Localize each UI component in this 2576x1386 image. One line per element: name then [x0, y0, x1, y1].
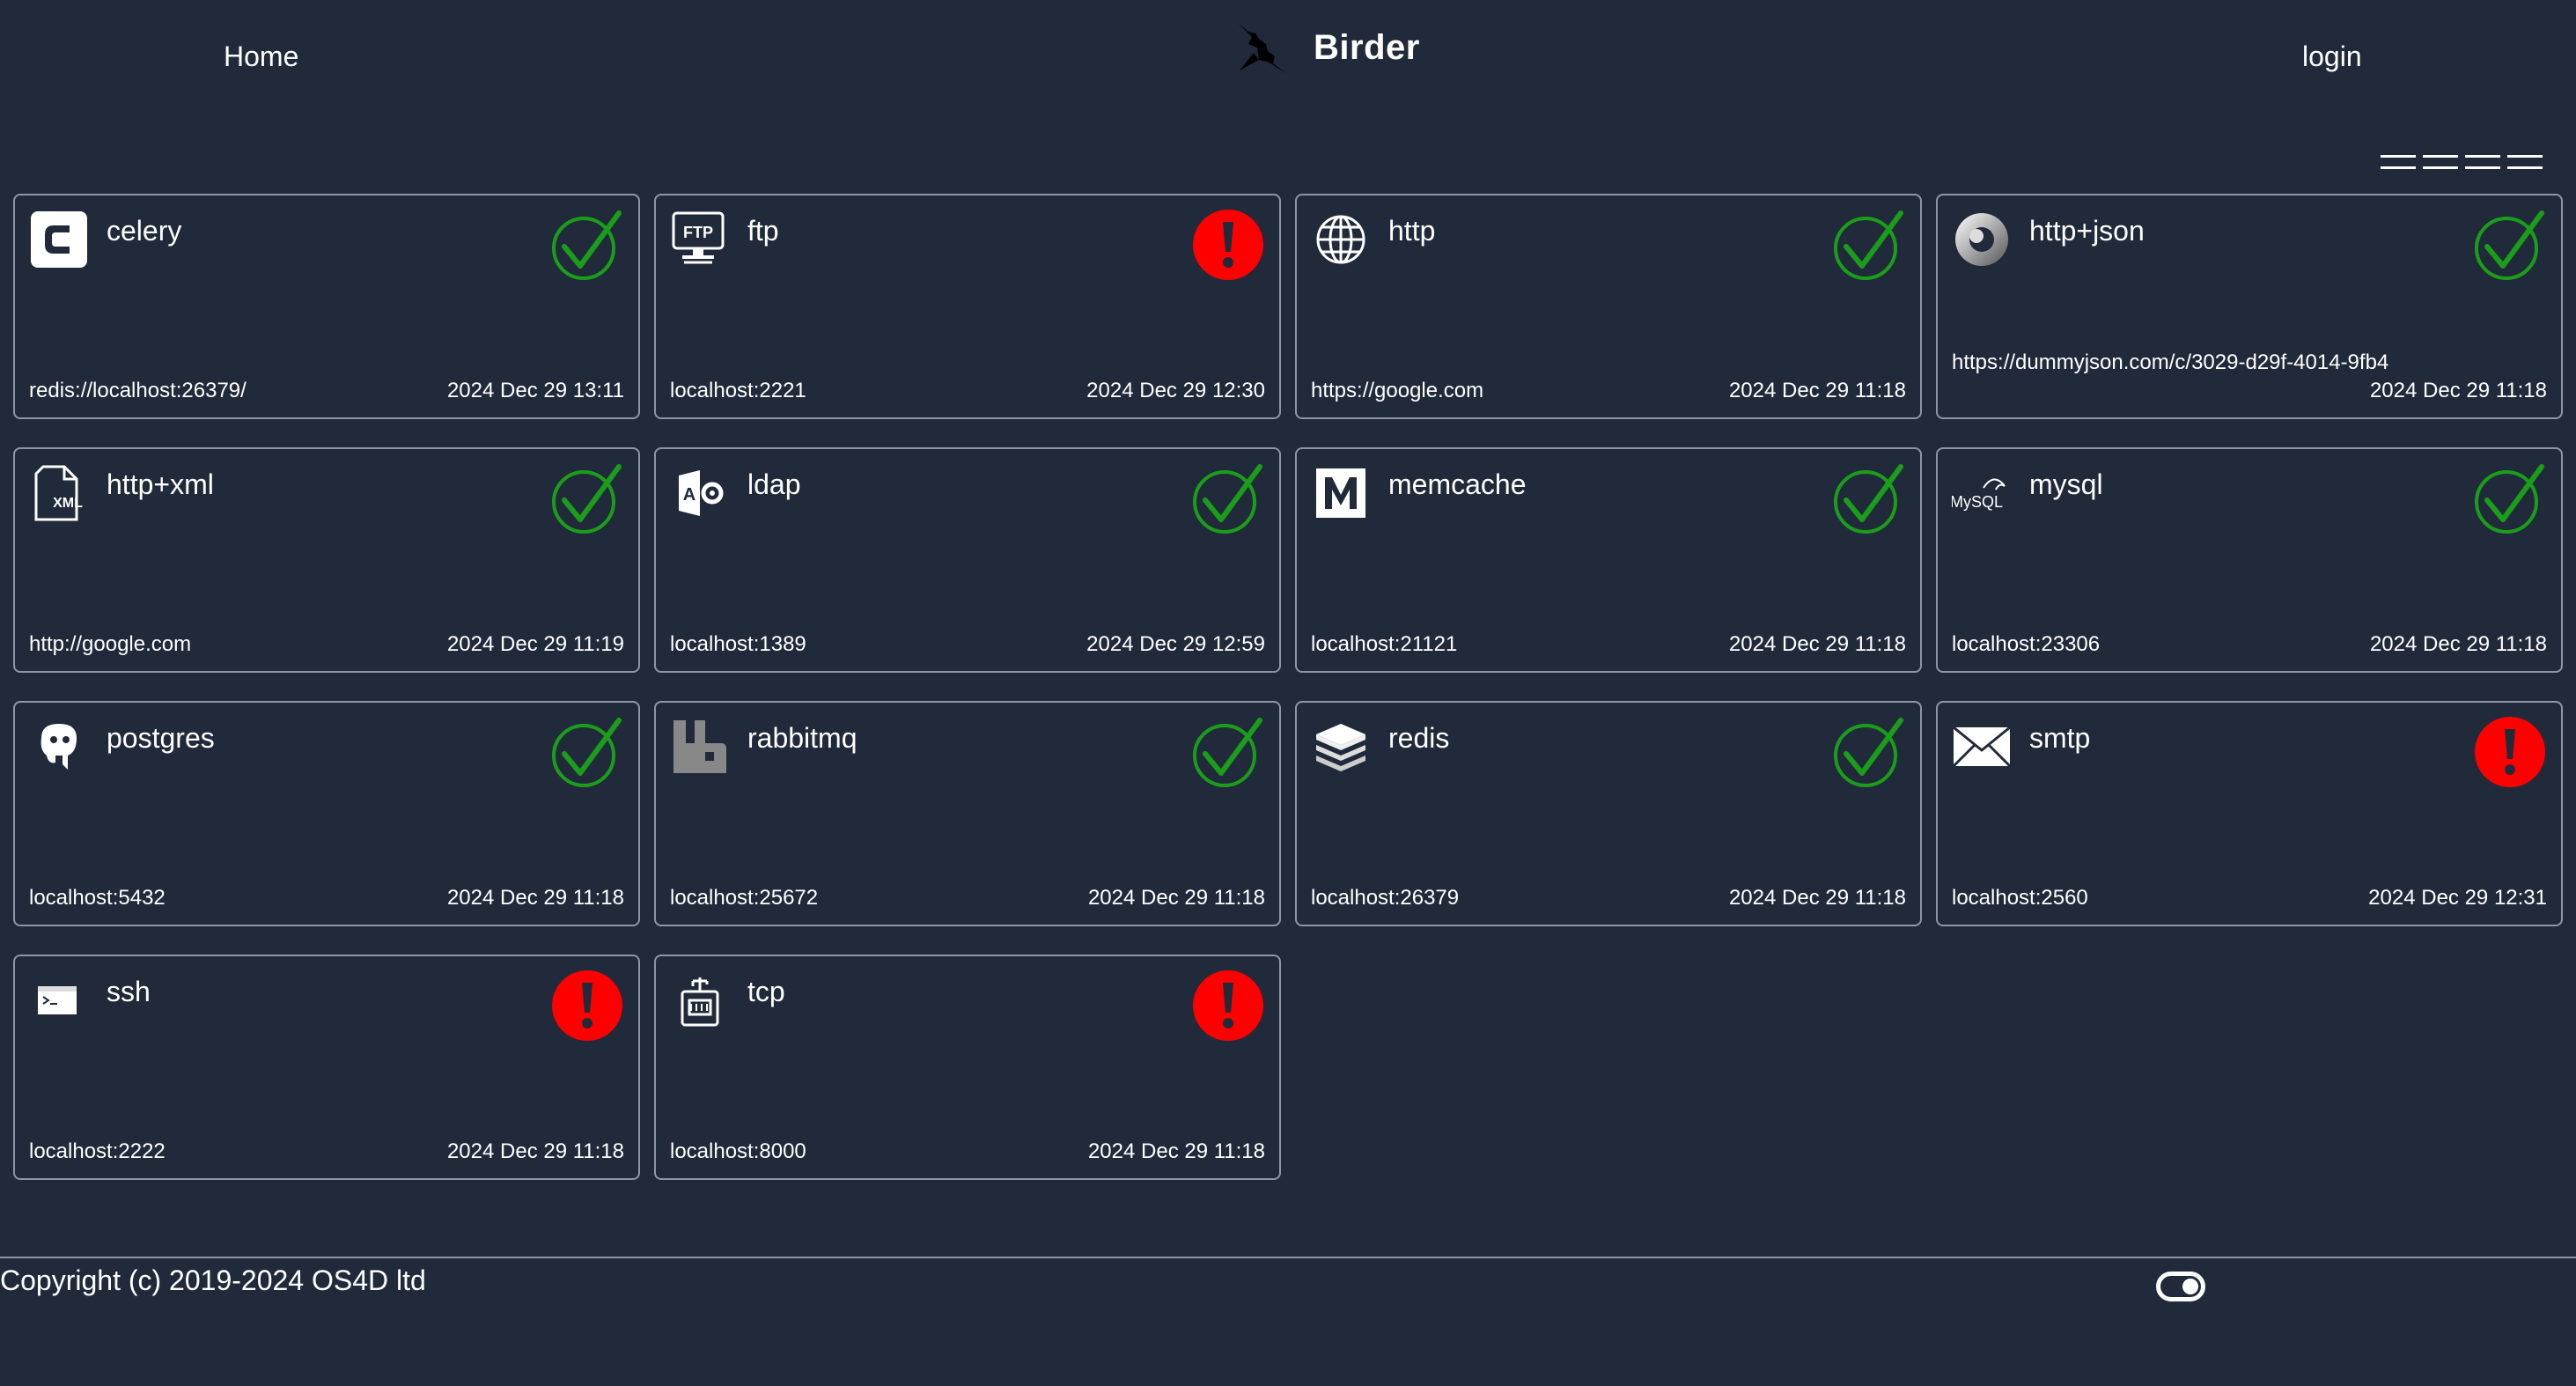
service-target: localhost:1389 — [670, 632, 806, 656]
check-circle-icon — [1191, 715, 1265, 789]
service-last-check-time: 2024 Dec 29 11:18 — [2369, 632, 2547, 656]
service-name: mysql — [2029, 468, 2103, 500]
envelope-icon — [1952, 717, 2012, 777]
service-name: ftp — [747, 215, 779, 247]
service-target: https://google.com — [1311, 379, 1484, 402]
service-name: tcp — [747, 976, 785, 1007]
service-target: localhost:2222 — [29, 1139, 166, 1163]
service-last-check-time: 2024 Dec 29 12:59 — [1086, 632, 1265, 656]
service-last-check-time: 2024 Dec 29 12:30 — [1086, 379, 1265, 402]
brand-name: Birder — [1314, 27, 1420, 67]
service-name: http+xml — [107, 468, 214, 500]
memcache-icon — [1311, 463, 1371, 523]
svg-text:XML: XML — [53, 496, 83, 511]
error-exclamation-icon — [1191, 969, 1265, 1043]
page: Home Birder login celery redis://localhos… — [0, 0, 2576, 1386]
bird-icon — [1238, 23, 1287, 74]
check-circle-icon — [2473, 461, 2547, 535]
rabbitmq-icon — [670, 717, 730, 777]
check-circle-icon — [1832, 461, 1906, 535]
service-name: smtp — [2029, 722, 2091, 754]
service-name: rabbitmq — [747, 722, 857, 754]
service-card-ldap[interactable]: Aldap localhost:1389 2024 Dec 29 12:59 — [654, 447, 1281, 673]
service-target: localhost:8000 — [670, 1139, 806, 1163]
network-port-icon — [670, 970, 730, 1030]
service-name: http — [1388, 215, 1436, 247]
service-target: localhost:5432 — [29, 886, 166, 910]
mysql-icon: MySQL — [1952, 463, 2012, 523]
error-exclamation-icon — [1191, 208, 1265, 282]
service-name: postgres — [107, 722, 215, 754]
service-card-smtp[interactable]: smtp localhost:2560 2024 Dec 29 12:31 — [1936, 701, 2563, 926]
service-card-ssh[interactable]: ssh localhost:2222 2024 Dec 29 11:18 — [13, 955, 640, 1180]
service-target: http://google.com — [29, 632, 192, 656]
service-last-check-time: 2024 Dec 29 11:18 — [446, 1139, 624, 1163]
copyright-text: Copyright (c) 2019-2024 OS4D ltd — [0, 1264, 426, 1296]
svg-text:A: A — [683, 485, 696, 505]
service-card-ftp[interactable]: FTP ftp localhost:2221 2024 Dec 29 12:30 — [654, 194, 1281, 419]
service-target: https://dummyjson.com/c/3029-d29f-4014-9… — [1952, 350, 2389, 374]
check-circle-icon — [550, 461, 624, 535]
columns-layout-icon[interactable] — [2381, 155, 2543, 169]
error-exclamation-icon — [2473, 715, 2547, 789]
service-last-check-time: 2024 Dec 29 11:18 — [1728, 886, 1906, 910]
service-card-postgres[interactable]: postgres localhost:5432 2024 Dec 29 11:18 — [13, 701, 640, 926]
service-card-celery[interactable]: celery redis://localhost:26379/2024 Dec 2… — [13, 194, 640, 419]
service-last-check-time: 2024 Dec 29 13:11 — [446, 379, 624, 402]
service-target: localhost:2221 — [670, 379, 806, 402]
celery-icon — [29, 210, 89, 269]
service-target: localhost:2560 — [1952, 886, 2088, 910]
service-card-http-xml[interactable]: XML http+xml http://google.com 2024 Dec 29 … — [13, 447, 640, 673]
redis-icon — [1311, 717, 1371, 777]
service-name: celery — [107, 215, 182, 247]
svg-text:FTP: FTP — [683, 224, 713, 241]
service-target: localhost:21121 — [1311, 632, 1458, 656]
service-card-tcp[interactable]: tcp localhost:8000 2024 Dec 29 11:18 — [654, 955, 1281, 1180]
service-target: redis://localhost:26379/ — [29, 379, 247, 402]
ldap-icon: A — [670, 463, 730, 523]
ftp-icon: FTP — [670, 210, 730, 269]
check-circle-icon — [550, 715, 624, 789]
service-target: localhost:25672 — [670, 886, 819, 910]
nav-home-link[interactable]: Home — [224, 41, 298, 73]
brand[interactable]: Birder — [1233, 18, 1420, 77]
service-last-check-time: 2024 Dec 29 11:19 — [446, 632, 624, 656]
service-name: redis — [1388, 722, 1450, 754]
check-circle-icon — [550, 208, 624, 282]
xml-file-icon: XML — [29, 463, 89, 523]
terminal-icon — [29, 970, 89, 1030]
globe-icon — [1311, 210, 1371, 269]
nav-login-link[interactable]: login — [2302, 41, 2362, 73]
service-name: ssh — [107, 976, 151, 1007]
service-card-rabbitmq[interactable]: rabbitmq localhost:25672 2024 Dec 29 11:18 — [654, 701, 1281, 926]
service-card-http-json[interactable]: http+json https://dummyjson.com/c/3029-d2… — [1936, 194, 2563, 419]
service-card-mysql[interactable]: MySQL mysql localhost:23306 2024 Dec 29 11:… — [1936, 447, 2563, 673]
service-target: localhost:23306 — [1952, 632, 2101, 656]
service-last-check-time: 2024 Dec 29 11:18 — [1087, 886, 1265, 910]
svg-text:MySQL: MySQL — [1952, 493, 2003, 511]
footer-divider — [0, 1257, 2576, 1258]
service-last-check-time: 2024 Dec 29 11:18 — [1728, 632, 1906, 656]
service-last-check-time: 2024 Dec 29 11:18 — [446, 886, 624, 910]
service-name: ldap — [747, 468, 801, 500]
service-card-http[interactable]: http https://google.com 2024 Dec 29 11:18 — [1295, 194, 1922, 419]
service-last-check-time: 2024 Dec 29 11:18 — [1728, 379, 1906, 402]
json-icon — [1952, 210, 2012, 269]
check-circle-icon — [1832, 208, 1906, 282]
service-name: http+json — [2029, 215, 2145, 247]
service-last-check-time: 2024 Dec 29 12:31 — [2368, 886, 2547, 910]
check-circle-icon — [1191, 461, 1265, 535]
toggle-switch-icon[interactable] — [2156, 1272, 2205, 1301]
service-card-memcache[interactable]: memcache localhost:21121 2024 Dec 29 11:18 — [1295, 447, 1922, 673]
check-circle-icon — [1832, 715, 1906, 789]
error-exclamation-icon — [550, 969, 624, 1043]
service-last-check-time: 2024 Dec 29 11:18 — [1087, 1139, 1265, 1163]
service-name: memcache — [1388, 468, 1527, 500]
check-circle-icon — [2473, 208, 2547, 282]
postgres-icon — [29, 717, 89, 777]
service-target: localhost:26379 — [1311, 886, 1460, 910]
service-last-check-time: 2024 Dec 29 11:18 — [2369, 379, 2547, 402]
service-card-redis[interactable]: redis localhost:26379 2024 Dec 29 11:18 — [1295, 701, 1922, 926]
